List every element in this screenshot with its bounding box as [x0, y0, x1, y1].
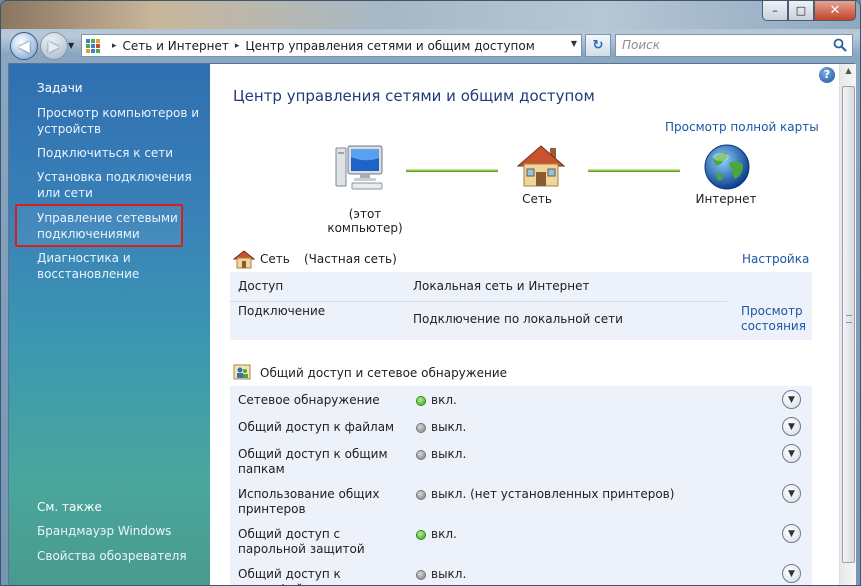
breadcrumb-network-internet[interactable]: Сеть и Интернет	[123, 39, 229, 53]
address-dropdown-icon[interactable]: ▼	[571, 39, 577, 48]
explorer-window: – □ ✕ ◀ ▶ ▼ ▸ Сеть и Интернет ▸ Центр уп…	[0, 0, 861, 586]
title-bar[interactable]: – □ ✕	[1, 1, 860, 29]
configure-link[interactable]: Настройка	[742, 252, 809, 266]
task-manage-connections[interactable]: Управление сетевыми подключениями	[37, 210, 187, 242]
connection-value[interactable]: Подключение по локальной сети	[413, 312, 623, 326]
divider	[230, 301, 727, 302]
sharing-row-label: Общий доступ к общим папкам	[238, 447, 388, 476]
search-input[interactable]: Поиск	[615, 34, 853, 57]
sharing-row-label: Общий доступ к файлам	[238, 420, 395, 434]
computer-icon[interactable]	[332, 144, 384, 192]
status-on-icon	[417, 397, 425, 405]
breadcrumb-network-center[interactable]: Центр управления сетями и общим доступом	[245, 39, 534, 53]
sharing-row-state: выкл.	[431, 567, 467, 581]
refresh-icon: ↻	[592, 38, 604, 53]
network-label: Сеть	[522, 192, 552, 206]
expand-chevron-icon[interactable]: ▼	[782, 390, 801, 409]
window-content: Задачи Просмотр компьютеров и устройств …	[8, 63, 856, 585]
network-house-icon[interactable]	[514, 142, 568, 188]
view-full-map-link[interactable]: Просмотр полной карты	[665, 120, 819, 134]
network-header: Сеть (Частная сеть)	[230, 246, 812, 271]
sharing-row-state: вкл.	[431, 527, 457, 541]
status-off-icon	[417, 571, 425, 579]
refresh-button[interactable]: ↻	[585, 34, 611, 57]
see-also-heading: См. также	[37, 500, 102, 514]
connection-label: Подключение	[238, 304, 326, 318]
network-house-icon	[233, 250, 255, 269]
scroll-grip-icon	[846, 315, 852, 323]
close-button[interactable]: ✕	[814, 1, 856, 21]
view-status-text[interactable]: Просмотр состояния	[741, 304, 809, 334]
sharing-row-label: Общий доступ к медиафайлам	[238, 567, 341, 585]
breadcrumb-separator[interactable]: ▸	[112, 41, 117, 51]
task-setup-connection[interactable]: Установка подключения или сети	[37, 169, 205, 201]
internet-label: Интернет	[695, 192, 757, 206]
back-button[interactable]: ◀	[10, 32, 38, 60]
internet-globe-icon[interactable]	[703, 143, 751, 191]
task-connect-network[interactable]: Подключиться к сети	[37, 145, 205, 161]
task-pane: Задачи Просмотр компьютеров и устройств …	[9, 64, 210, 585]
expand-chevron-icon[interactable]: ▼	[782, 444, 801, 463]
scroll-thumb[interactable]	[842, 86, 855, 563]
sharing-row-label: Сетевое обнаружение	[238, 393, 380, 407]
recent-pages-dropdown-icon[interactable]: ▼	[68, 41, 74, 50]
connection-line-network-internet	[588, 169, 680, 172]
control-panel-icon	[86, 38, 100, 53]
main-panel: Центр управления сетями и общим доступом…	[210, 64, 839, 585]
status-off-icon	[417, 491, 425, 499]
link-windows-firewall[interactable]: Брандмауэр Windows	[37, 523, 205, 539]
status-off-icon	[417, 424, 425, 432]
sharing-row-state: выкл.	[431, 420, 467, 434]
this-computer-label: (этот компьютер)	[327, 207, 403, 235]
connection-line-computer-network	[406, 169, 498, 172]
address-bar[interactable]: ▸ Сеть и Интернет ▸ Центр управления сет…	[81, 34, 582, 57]
expand-chevron-icon[interactable]: ▼	[782, 524, 801, 543]
network-type: (Частная сеть)	[304, 252, 397, 266]
page-title: Центр управления сетями и общим доступом	[233, 87, 595, 105]
help-icon[interactable]: ?	[819, 67, 835, 83]
sharing-row-state: вкл.	[431, 393, 457, 407]
sharing-row-state: выкл. (нет установленных принтеров)	[431, 487, 675, 501]
link-internet-options[interactable]: Свойства обозревателя	[37, 548, 205, 564]
expand-chevron-icon[interactable]: ▼	[782, 564, 801, 583]
maximize-button[interactable]: □	[788, 1, 814, 21]
expand-chevron-icon[interactable]: ▼	[782, 484, 801, 503]
status-on-icon	[417, 531, 425, 539]
sharing-heading: Общий доступ и сетевое обнаружение	[260, 366, 508, 380]
breadcrumb-separator[interactable]: ▸	[235, 41, 240, 51]
search-placeholder: Поиск	[622, 38, 661, 52]
vertical-scrollbar[interactable]: ▲	[839, 64, 856, 585]
search-icon[interactable]	[833, 38, 847, 52]
view-status-link[interactable]: Просмотр состояния	[741, 304, 809, 334]
scroll-up-icon[interactable]: ▲	[842, 66, 855, 79]
network-name: Сеть	[260, 252, 290, 266]
back-arrow-icon: ◀	[18, 37, 30, 55]
task-view-computers[interactable]: Просмотр компьютеров и устройств	[37, 105, 205, 137]
expand-chevron-icon[interactable]: ▼	[782, 417, 801, 436]
navigation-bar: ◀ ▶ ▼ ▸ Сеть и Интернет ▸ Центр управлен…	[1, 29, 860, 63]
minimize-button[interactable]: –	[762, 1, 788, 21]
access-value: Локальная сеть и Интернет	[413, 279, 590, 293]
forward-arrow-icon: ▶	[48, 37, 60, 55]
sharing-icon	[233, 364, 251, 380]
status-off-icon	[417, 451, 425, 459]
sharing-row-label: Общий доступ с парольной защитой	[238, 527, 365, 556]
sharing-row-state: выкл.	[431, 447, 467, 461]
tasks-heading: Задачи	[37, 81, 83, 95]
sharing-row-label: Использование общих принтеров	[238, 487, 380, 516]
forward-button[interactable]: ▶	[40, 32, 68, 60]
task-diagnose-repair[interactable]: Диагностика и восстановление	[37, 250, 187, 282]
access-label: Доступ	[238, 279, 284, 293]
